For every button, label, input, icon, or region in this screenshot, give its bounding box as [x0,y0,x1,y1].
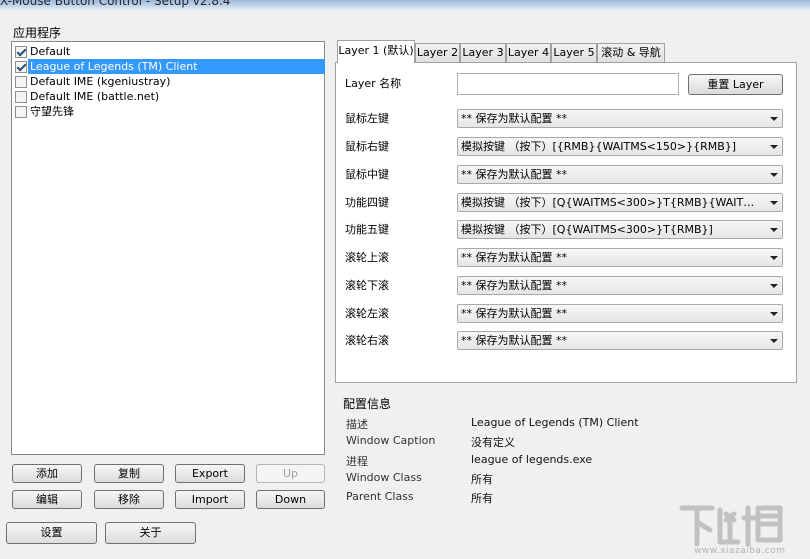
tab-scroll-navigation[interactable]: 滚动 & 导航 [597,43,665,62]
mapping-value: 模拟按键 （按下）[Q{WAITMS<300>}T{RMB}{WAITMS<35… [461,196,761,209]
layer-name-label: Layer 名称 [345,77,402,90]
copy-button[interactable]: 复制 [94,464,164,483]
mapping-label-right-button: 鼠标右键 [345,140,389,153]
settings-button[interactable]: 设置 [6,522,97,544]
app-item-label: League of Legends (TM) Client [28,59,325,74]
dropdown-arrow-icon [770,339,778,343]
mapping-value: ** 保存为默认配置 ** [461,307,567,320]
mapping-label-wheel-left: 滚轮左滚 [345,307,389,320]
mapping-label-wheel-up: 滚轮上滚 [345,251,389,264]
dropdown-arrow-icon [770,117,778,121]
watermark-url: www.xiazaiba.com [694,546,786,556]
app-item-overwatch[interactable]: 守望先锋 [13,104,325,119]
add-button[interactable]: 添加 [12,464,82,483]
app-item-label: 守望先锋 [30,105,74,118]
mapping-label-middle-button: 鼠标中键 [345,168,389,181]
application-list[interactable]: Default League of Legends (TM) Client De… [11,41,325,455]
mapping-value: 模拟按键 （按下）[{RMB}{WAITMS<150>}{RMB}] [461,140,737,153]
site-watermark: www.xiazaiba.com [660,500,810,556]
app-item-default[interactable]: Default [13,44,325,59]
info-key-parent-class: Parent Class [346,490,414,503]
tab-layer-3[interactable]: Layer 3 [460,43,506,62]
mapping-value: ** 保存为默认配置 ** [461,112,567,125]
dropdown-arrow-icon [770,256,778,260]
dropdown-arrow-icon [770,145,778,149]
app-checkbox[interactable] [15,75,27,88]
mapping-label-button-5: 功能五键 [345,223,389,236]
info-key-window-caption: Window Caption [346,434,436,447]
info-value-window-caption: 没有定义 [471,436,515,449]
export-button[interactable]: Export [175,464,245,483]
window-title-bar[interactable]: X-Mouse Button Control - Setup v2.8.4 [0,0,810,10]
mapping-select-button-5[interactable]: 模拟按键 （按下）[Q{WAITMS<300>}T{RMB}] [457,220,783,239]
mapping-value: ** 保存为默认配置 ** [461,168,567,181]
app-item-league-of-legends[interactable]: League of Legends (TM) Client [13,59,325,74]
dropdown-arrow-icon [770,228,778,232]
info-key-process: 进程 [346,455,368,468]
app-item-label: Default [30,45,71,58]
dropdown-arrow-icon [770,284,778,288]
dropdown-arrow-icon [770,173,778,177]
mapping-value: ** 保存为默认配置 ** [461,251,567,264]
mapping-label-wheel-right: 滚轮右滚 [345,334,389,347]
app-item-label: Default IME (kgeniustray) [30,75,171,88]
tab-layer-5[interactable]: Layer 5 [551,43,597,62]
mapping-label-button-4: 功能四键 [345,196,389,209]
mapping-select-wheel-right[interactable]: ** 保存为默认配置 ** [457,331,783,350]
about-button[interactable]: 关于 [105,522,196,544]
app-checkbox[interactable] [15,90,27,103]
dropdown-arrow-icon [770,201,778,205]
info-value-description: League of Legends (TM) Client [471,416,639,429]
info-value-process: league of legends.exe [471,453,593,466]
app-item-default-ime-kgeniustray[interactable]: Default IME (kgeniustray) [13,74,325,89]
info-key-window-class: Window Class [346,471,422,484]
layer-name-input[interactable] [457,73,679,95]
mapping-label-left-button: 鼠标左键 [345,112,389,125]
mapping-select-wheel-left[interactable]: ** 保存为默认配置 ** [457,304,783,323]
config-info-title: 配置信息 [343,397,392,411]
mapping-select-wheel-down[interactable]: ** 保存为默认配置 ** [457,276,783,295]
app-checkbox[interactable] [15,60,27,73]
remove-button[interactable]: 移除 [94,490,164,509]
mapping-label-wheel-down: 滚轮下滚 [345,279,389,292]
info-key-description: 描述 [346,418,368,431]
dropdown-arrow-icon [770,312,778,316]
app-checkbox[interactable] [15,105,27,118]
mapping-select-middle-button[interactable]: ** 保存为默认配置 ** [457,165,783,184]
tab-layer-1[interactable]: Layer 1 (默认) [337,40,415,63]
down-button[interactable]: Down [256,490,325,509]
info-value-window-class: 所有 [471,473,493,486]
applications-label: 应用程序 [13,26,62,40]
mapping-value: ** 保存为默认配置 ** [461,334,567,347]
window-title: X-Mouse Button Control - Setup v2.8.4 [0,0,231,8]
tab-layer-2[interactable]: Layer 2 [415,43,460,62]
mapping-value: 模拟按键 （按下）[Q{WAITMS<300>}T{RMB}] [461,223,713,236]
app-checkbox[interactable] [15,45,27,58]
mapping-value: ** 保存为默认配置 ** [461,279,567,292]
edit-button[interactable]: 编辑 [12,490,82,509]
import-button[interactable]: Import [175,490,245,509]
app-item-default-ime-battle-net[interactable]: Default IME (battle.net) [13,89,325,104]
mapping-select-button-4[interactable]: 模拟按键 （按下）[Q{WAITMS<300>}T{RMB}{WAITMS<35… [457,193,783,212]
info-value-parent-class: 所有 [471,492,493,505]
up-button[interactable]: Up [256,464,325,483]
mapping-select-right-button[interactable]: 模拟按键 （按下）[{RMB}{WAITMS<150>}{RMB}] [457,137,783,156]
mapping-select-left-button[interactable]: ** 保存为默认配置 ** [457,109,783,128]
app-item-label: Default IME (battle.net) [30,90,160,103]
mapping-select-wheel-up[interactable]: ** 保存为默认配置 ** [457,248,783,267]
reset-layer-button[interactable]: 重置 Layer [688,74,783,95]
tab-layer-4[interactable]: Layer 4 [506,43,551,62]
